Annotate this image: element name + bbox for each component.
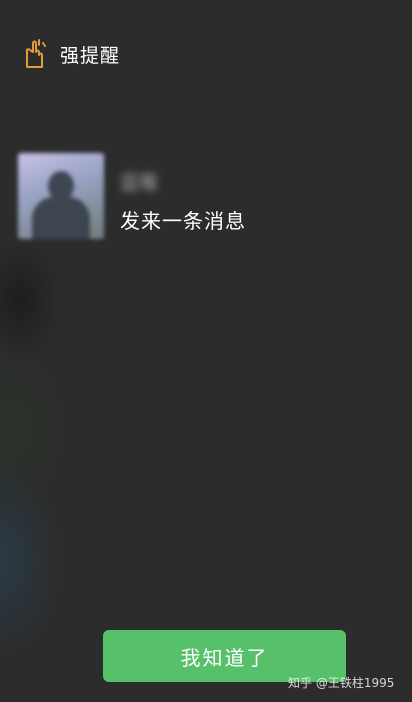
message-text: 发来一条消息	[120, 209, 246, 233]
strong-reminder-screen: 强提醒 蓝莓 发来一条消息 我知道了 知乎 @王铁柱1995	[0, 0, 412, 702]
page-title: 强提醒	[60, 44, 121, 67]
sender-name: 蓝莓	[120, 172, 159, 194]
alert-hand-icon	[22, 38, 46, 70]
avatar	[18, 153, 104, 239]
watermark: 知乎 @王铁柱1995	[288, 676, 395, 690]
header: 强提醒	[22, 38, 120, 70]
